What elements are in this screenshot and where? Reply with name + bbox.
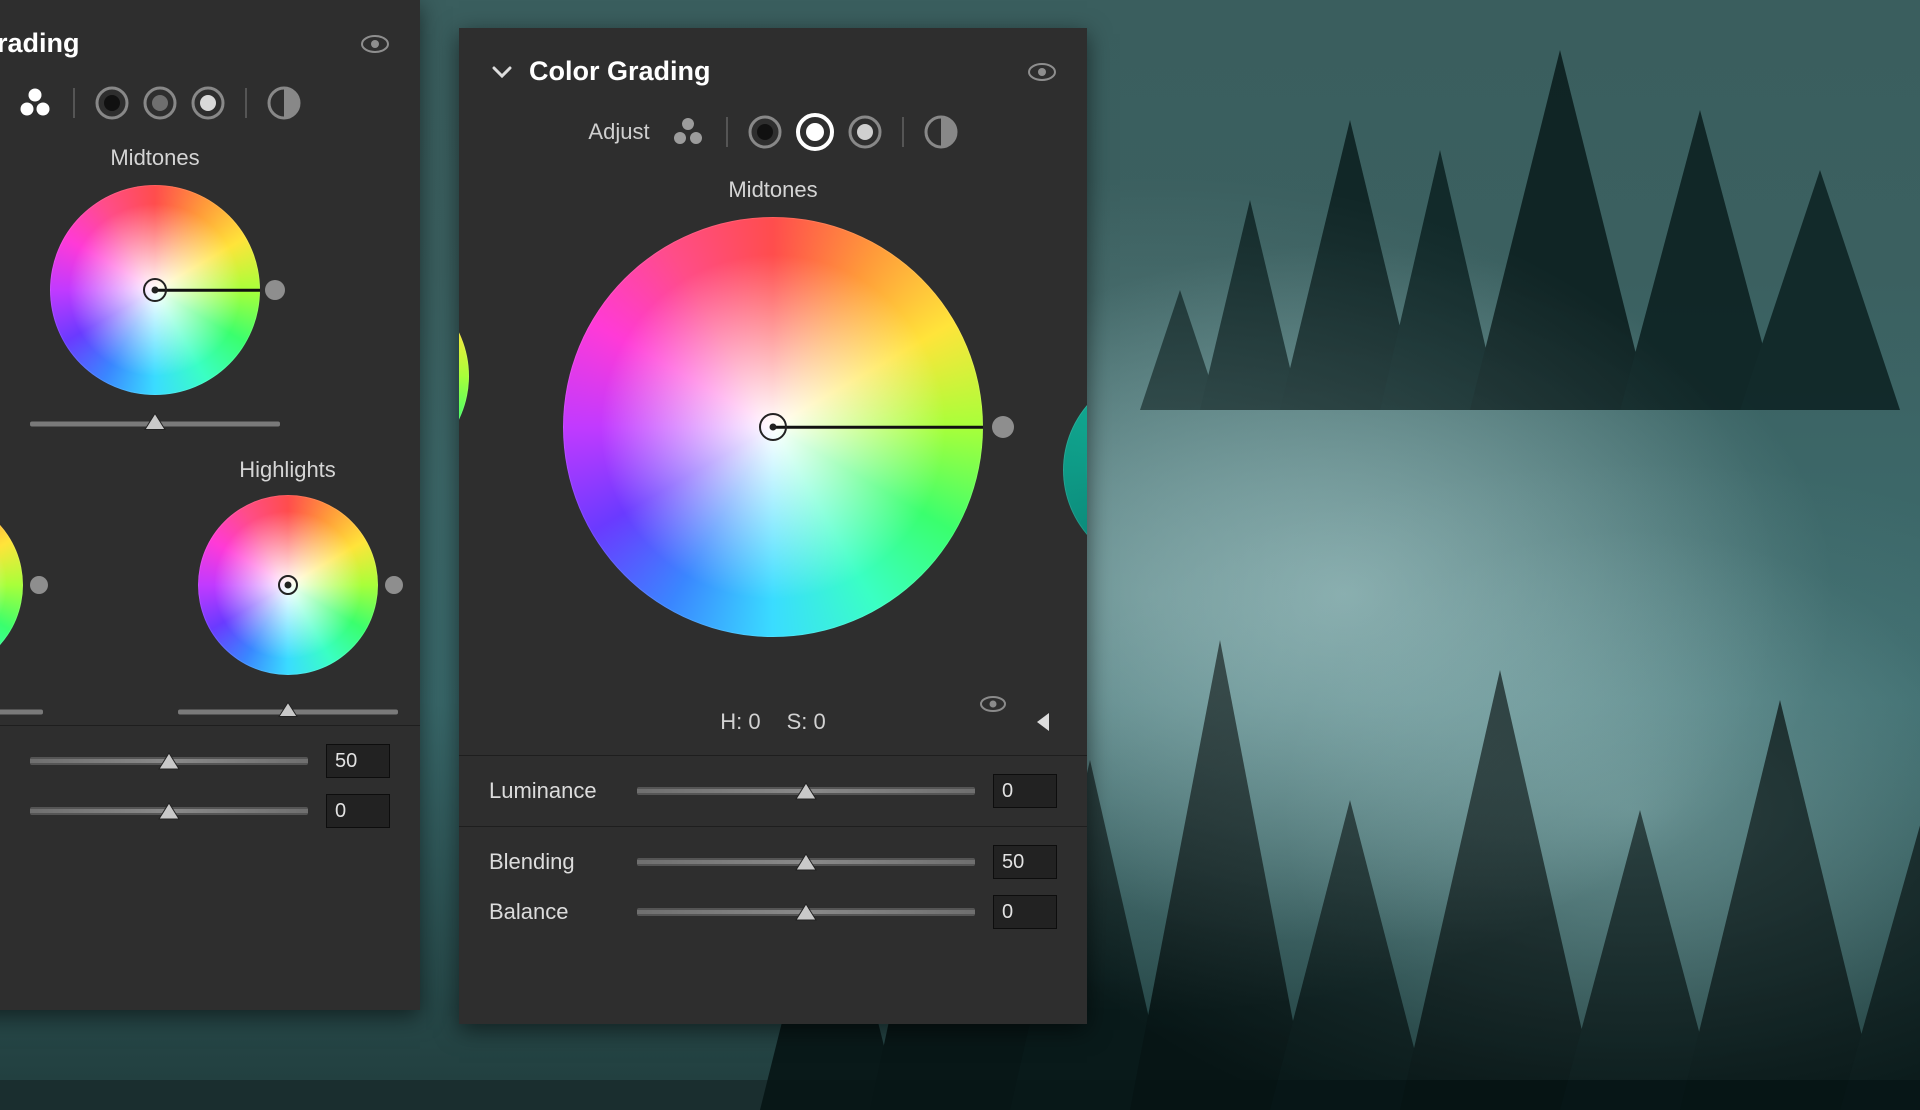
divider xyxy=(73,88,75,118)
global-circle-icon[interactable] xyxy=(267,86,301,120)
visibility-eye-icon[interactable] xyxy=(360,33,390,55)
blending-slider[interactable] xyxy=(30,757,308,765)
hue-handle[interactable] xyxy=(385,576,403,594)
blending-slider[interactable] xyxy=(637,858,975,866)
panel-title: Color Grading xyxy=(529,56,1013,87)
panel-title: r Grading xyxy=(0,28,346,59)
luminance-label: Luminance xyxy=(489,778,619,804)
balance-slider[interactable] xyxy=(637,908,975,916)
highlights-label: Highlights xyxy=(239,457,336,483)
sat-value[interactable]: 0 xyxy=(814,709,826,734)
luminance-value-input[interactable]: 0 xyxy=(993,774,1057,808)
adjust-mode-row: Adjust xyxy=(459,105,1087,171)
divider xyxy=(726,117,728,147)
midtones-label: Midtones xyxy=(459,177,1087,203)
hue-handle[interactable] xyxy=(992,416,1014,438)
midtones-label: Midtones xyxy=(0,145,420,171)
blending-value-input[interactable]: 50 xyxy=(993,845,1057,879)
wheel-center-marker[interactable] xyxy=(759,413,787,441)
color-grading-panel: Color Grading Adjust Midtones xyxy=(459,28,1087,1024)
midtones-color-wheel-large[interactable] xyxy=(563,217,983,637)
balance-value-input[interactable]: 0 xyxy=(326,794,390,828)
shadows-circle-icon[interactable] xyxy=(95,86,129,120)
shadows-color-wheel[interactable] xyxy=(0,495,23,675)
hue-value[interactable]: 0 xyxy=(748,709,760,734)
adjust-mode-row: st xyxy=(0,77,420,141)
balance-slider[interactable] xyxy=(30,807,308,815)
chevron-down-icon[interactable] xyxy=(489,59,515,85)
balance-value-input[interactable]: 0 xyxy=(993,895,1057,929)
three-wheels-icon[interactable] xyxy=(17,85,53,121)
hue-handle[interactable] xyxy=(30,576,48,594)
highlights-color-wheel[interactable] xyxy=(198,495,378,675)
divider xyxy=(245,88,247,118)
sat-label: S: xyxy=(787,709,808,734)
midtones-circle-icon[interactable] xyxy=(796,113,834,151)
shadows-circle-icon[interactable] xyxy=(748,115,782,149)
wheel-center-marker[interactable] xyxy=(143,278,167,302)
next-wheel-slice[interactable] xyxy=(1063,370,1087,570)
highlights-circle-icon[interactable] xyxy=(191,86,225,120)
midtones-luminance-slider[interactable] xyxy=(30,421,280,427)
divider xyxy=(902,117,904,147)
shadows-luminance-slider[interactable] xyxy=(0,709,43,715)
blending-label: Blending xyxy=(489,849,619,875)
hue-handle[interactable] xyxy=(265,280,285,300)
hue-label: H: xyxy=(720,709,742,734)
highlights-circle-icon[interactable] xyxy=(848,115,882,149)
luminance-slider[interactable] xyxy=(637,787,975,795)
hue-sat-readout: H: 0 S: 0 xyxy=(459,699,1087,745)
prev-wheel-slice[interactable] xyxy=(459,276,469,476)
visibility-eye-icon[interactable] xyxy=(1027,61,1057,83)
midtones-color-wheel[interactable] xyxy=(50,185,260,395)
color-grading-panel-clipped: r Grading st Midtones xyxy=(0,0,420,1010)
highlights-luminance-slider[interactable] xyxy=(178,709,398,715)
three-wheels-icon[interactable] xyxy=(670,114,706,150)
global-circle-icon[interactable] xyxy=(924,115,958,149)
blending-value-input[interactable]: 50 xyxy=(326,744,390,778)
adjust-label: Adjust xyxy=(588,119,649,145)
collapse-arrow-icon[interactable] xyxy=(1035,711,1053,733)
midtones-circle-icon[interactable] xyxy=(143,86,177,120)
balance-label: Balance xyxy=(489,899,619,925)
